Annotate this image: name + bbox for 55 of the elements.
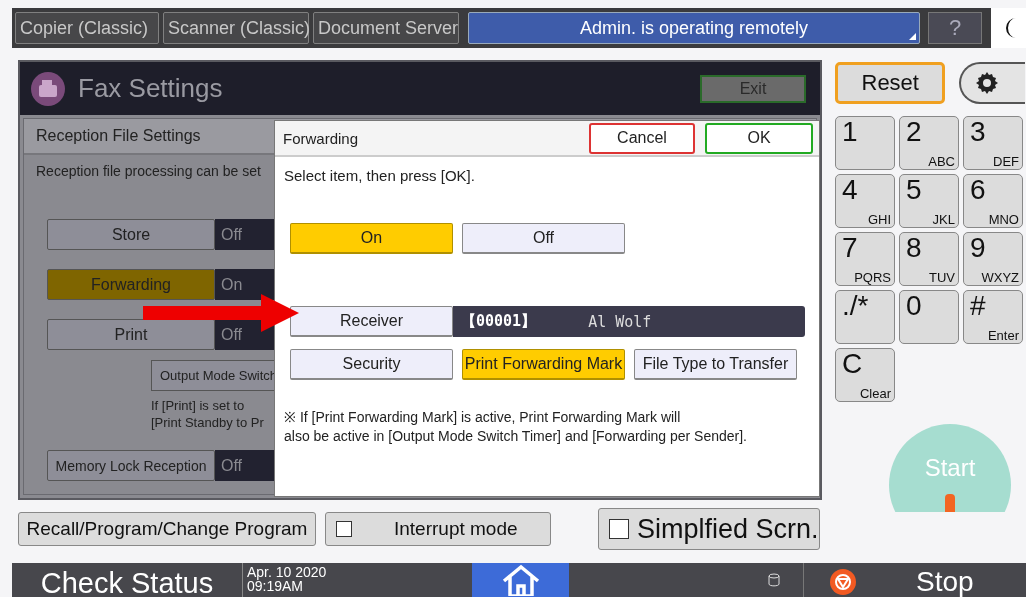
time-text: 09:19AM bbox=[247, 579, 305, 593]
reset-button[interactable]: Reset bbox=[835, 62, 946, 104]
keypad-key[interactable]: 6 MNO bbox=[963, 174, 1023, 228]
keypad-key[interactable]: 9 WXYZ bbox=[963, 232, 1023, 286]
dialog-title: Forwarding bbox=[283, 129, 360, 147]
cancel-button[interactable]: Cancel bbox=[589, 122, 695, 154]
ok-button[interactable]: OK bbox=[705, 122, 813, 154]
panel-title: Fax Settings bbox=[78, 73, 224, 104]
corner-icon bbox=[909, 33, 916, 40]
keypad-key[interactable]: # Enter bbox=[963, 290, 1023, 344]
setting-value: Off bbox=[215, 450, 277, 481]
keypad-key[interactable]: 3 DEF bbox=[963, 116, 1023, 170]
database-icon bbox=[767, 573, 780, 587]
keypad-key[interactable]: ./* bbox=[835, 290, 895, 344]
setting-button[interactable]: Memory Lock Reception bbox=[47, 450, 215, 481]
forwarding-note: ※ If [Print Forwarding Mark] is active, Print Forwarding Mark will also be active in [Output Mode Switch Timer] and [Forwarding per Sender]. bbox=[283, 408, 748, 446]
receiver-number: 【00001】 bbox=[461, 312, 537, 331]
remote-notice[interactable]: Admin. is operating remotely bbox=[468, 12, 920, 44]
settings-button[interactable] bbox=[959, 62, 1025, 104]
receiver-name: Al Wolf bbox=[588, 312, 652, 331]
keypad-key[interactable]: C Clear bbox=[835, 348, 895, 402]
interrupt-button[interactable]: Interrupt mode bbox=[325, 512, 551, 546]
keypad-key[interactable]: 0 bbox=[899, 290, 959, 344]
home-icon bbox=[500, 564, 541, 596]
stop-button[interactable]: Stop bbox=[818, 563, 1026, 597]
simplified-screen-button[interactable]: Simplfied Scrn. bbox=[598, 508, 820, 550]
home-button[interactable] bbox=[472, 563, 569, 597]
date-text: Apr. 10 2020 bbox=[247, 565, 328, 579]
print-note: If [Print] is set to [Print Standby to Pr bbox=[151, 397, 264, 431]
recall-button[interactable]: Recall/Program/Change Program bbox=[18, 512, 316, 546]
setting-button[interactable]: Print bbox=[47, 319, 215, 350]
keypad-key[interactable]: 1 bbox=[835, 116, 895, 170]
check-status-button[interactable]: Check Status bbox=[12, 563, 242, 597]
mode-tab[interactable]: Scanner (Classic) bbox=[163, 12, 309, 44]
setting-value: On bbox=[215, 269, 277, 300]
help-button[interactable]: ? bbox=[928, 12, 982, 44]
keypad-key[interactable]: 5 JKL bbox=[899, 174, 959, 228]
option-button[interactable]: On bbox=[290, 223, 453, 254]
option-button[interactable]: Off bbox=[462, 223, 625, 254]
keypad-key[interactable]: 7 PQRS bbox=[835, 232, 895, 286]
setting-toggle-button[interactable]: Security bbox=[290, 349, 453, 380]
setting-toggle-button[interactable]: Print Forwarding Mark bbox=[462, 349, 625, 380]
description-text: Reception file processing can be set bbox=[36, 163, 261, 179]
keypad-key[interactable]: 2 ABC bbox=[899, 116, 959, 170]
stop-icon bbox=[830, 569, 856, 595]
settings-icon bbox=[975, 71, 1000, 95]
instruction-text: Select item, then press [OK]. bbox=[283, 166, 476, 186]
setting-value: Off bbox=[215, 219, 277, 250]
keypad-key[interactable]: 8 TUV bbox=[899, 232, 959, 286]
keypad-key[interactable]: 4 GHI bbox=[835, 174, 895, 228]
setting-button[interactable]: Store bbox=[47, 219, 215, 250]
mode-tab[interactable]: Document Server bbox=[313, 12, 459, 44]
receiver-button[interactable]: Receiver bbox=[290, 306, 453, 337]
setting-toggle-button[interactable]: File Type to Transfer bbox=[634, 349, 797, 380]
mode-tab[interactable]: Copier (Classic) bbox=[15, 12, 159, 44]
